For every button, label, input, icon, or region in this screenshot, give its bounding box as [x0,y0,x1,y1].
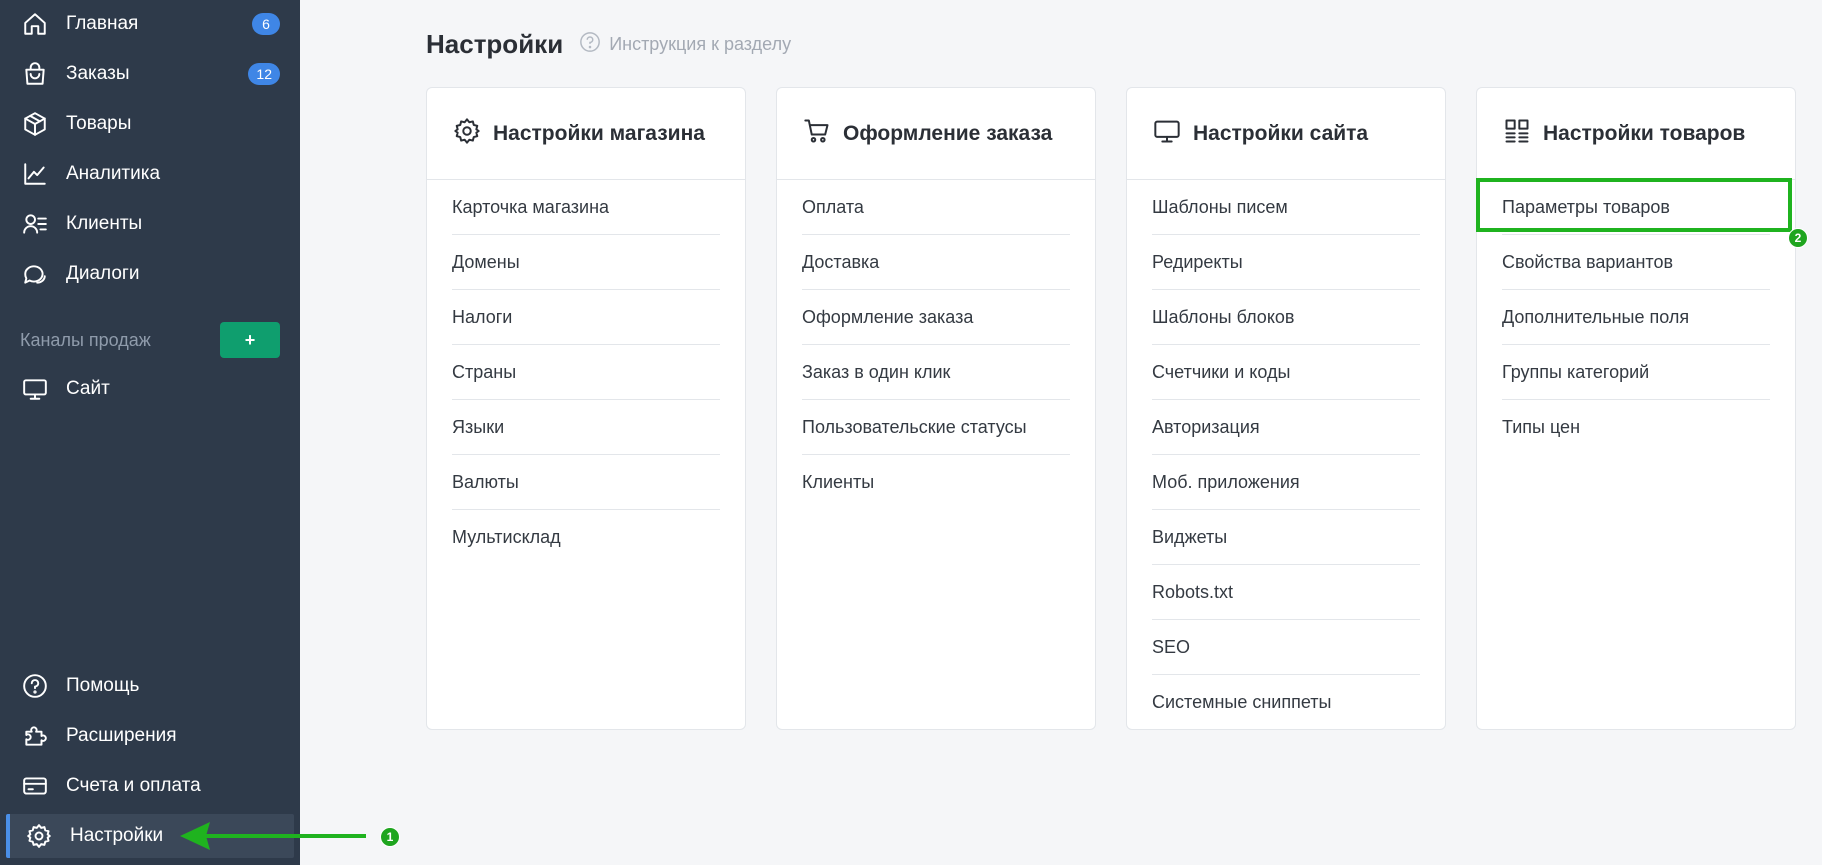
card-checkout: Оформление заказа Оплата Доставка Оформл… [776,87,1096,730]
settings-link[interactable]: Языки [452,400,720,455]
users-list-icon [20,209,50,239]
settings-link[interactable]: SEO [1152,620,1420,675]
settings-link[interactable]: Свойства вариантов [1502,235,1770,290]
grid-list-icon [1503,117,1531,150]
card-header: Настройки магазина [427,88,745,180]
settings-link[interactable]: Оплата [802,180,1070,235]
settings-link[interactable]: Редиректы [1152,235,1420,290]
settings-link[interactable]: Моб. приложения [1152,455,1420,510]
puzzle-icon [20,721,50,751]
count-badge: 12 [248,63,280,85]
help-icon [20,671,50,701]
monitor-icon [1153,117,1181,150]
nav-item-clients[interactable]: Клиенты [0,202,300,246]
card-title: Настройки товаров [1543,121,1746,145]
sales-channels-header: Каналы продаж + [20,322,280,358]
settings-link[interactable]: Заказ в один клик [802,345,1070,400]
nav-label: Клиенты [66,213,143,234]
annotation-highlight [1476,178,1792,232]
shopping-bag-icon [20,59,50,89]
nav-label: Счета и оплата [66,775,201,796]
card-title: Настройки сайта [1193,121,1369,145]
home-icon [20,9,50,39]
nav-item-products[interactable]: Товары [0,102,300,146]
settings-link[interactable]: Robots.txt [1152,565,1420,620]
help-link-label: Инструкция к разделу [609,33,792,54]
nav-item-extensions[interactable]: Расширения [0,714,300,758]
sidebar: Главная 6 Заказы 12 Товары Аналитика Кли… [0,0,300,865]
card-header: Настройки сайта [1127,88,1445,180]
settings-link[interactable]: Дополнительные поля [1502,290,1770,345]
settings-link[interactable]: Доставка [802,235,1070,290]
card-header: Настройки товаров [1477,88,1795,180]
help-link[interactable]: Инструкция к разделу [579,31,791,58]
card-header: Оформление заказа [777,88,1095,180]
settings-link[interactable]: Карточка магазина [452,180,720,235]
settings-link[interactable]: Системные сниппеты [1152,675,1420,730]
settings-link[interactable]: Пользовательские статусы [802,400,1070,455]
nav-item-home[interactable]: Главная 6 [0,2,300,46]
card-link-list: Карточка магазина Домены Налоги Страны Я… [427,180,745,565]
card-link-list: Шаблоны писем Редиректы Шаблоны блоков С… [1127,180,1445,730]
settings-link[interactable]: Клиенты [802,455,1070,510]
card-site-settings: Настройки сайта Шаблоны писем Редиректы … [1126,87,1446,730]
settings-link[interactable]: Виджеты [1152,510,1420,565]
question-circle-icon [579,31,609,58]
card-link-list: Оплата Доставка Оформление заказа Заказ … [777,180,1095,510]
nav-label: Заказы [66,63,130,84]
card-title: Настройки магазина [493,121,705,145]
settings-link[interactable]: Оформление заказа [802,290,1070,345]
main-content: Настройки Инструкция к разделу Настройки… [300,0,1822,865]
nav-item-site[interactable]: Сайт [0,367,300,411]
settings-link[interactable]: Мультисклад [452,510,720,565]
settings-link[interactable]: Страны [452,345,720,400]
add-channel-button[interactable]: + [220,322,280,358]
nav-item-orders[interactable]: Заказы 12 [0,52,300,96]
settings-link[interactable]: Группы категорий [1502,345,1770,400]
count-badge: 6 [252,13,280,35]
nav-item-dialogs[interactable]: Диалоги [0,252,300,296]
card-title: Оформление заказа [843,121,1053,145]
annotation-step-2: 2 [1788,228,1808,248]
nav-item-help[interactable]: Помощь [0,664,300,708]
box-icon [20,109,50,139]
gear-icon [453,117,481,150]
settings-link[interactable]: Типы цен [1502,400,1770,455]
nav-label: Диалоги [66,263,140,284]
settings-link[interactable]: Домены [452,235,720,290]
settings-link[interactable]: Валюты [452,455,720,510]
page-title: Настройки [426,28,564,59]
settings-link[interactable]: Шаблоны писем [1152,180,1420,235]
settings-link[interactable]: Шаблоны блоков [1152,290,1420,345]
settings-link[interactable]: Налоги [452,290,720,345]
card-store-settings: Настройки магазина Карточка магазина Дом… [426,87,746,730]
nav-label: Аналитика [66,163,161,184]
monitor-icon [20,374,50,404]
settings-link[interactable]: Авторизация [1152,400,1420,455]
nav-label: Главная [66,13,139,34]
page-header: Настройки Инструкция к разделу [426,26,791,62]
credit-card-icon [20,771,50,801]
chart-line-icon [20,159,50,189]
sales-channels-label: Каналы продаж [20,329,151,350]
nav-item-analytics[interactable]: Аналитика [0,152,300,196]
nav-label: Сайт [66,378,110,399]
nav-item-billing[interactable]: Счета и оплата [0,764,300,808]
chat-icon [20,259,50,289]
settings-link[interactable]: Счетчики и коды [1152,345,1420,400]
cart-icon [803,117,831,150]
nav-label: Товары [66,113,132,134]
gear-icon [24,821,54,851]
nav-label: Помощь [66,675,140,696]
nav-label: Расширения [66,725,177,746]
nav-label: Настройки [70,825,164,846]
